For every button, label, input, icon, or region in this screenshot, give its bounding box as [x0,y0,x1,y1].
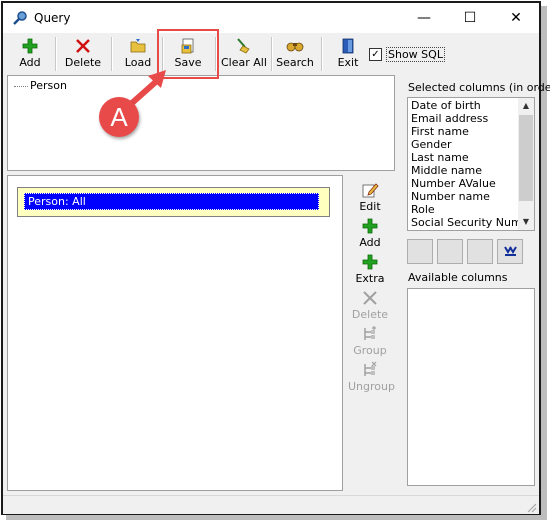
list-item[interactable]: Number AValue [411,177,496,190]
delete-button[interactable]: Delete [63,35,103,73]
edit-label: Edit [359,200,381,213]
toolbar-separator [271,37,273,71]
extra-label: Extra [355,272,385,285]
selected-columns-list[interactable]: Date of birth Email address First name G… [407,97,535,231]
query-conditions-panel: Person: All [7,175,343,491]
selected-columns-scrollbar[interactable]: ▲ ▼ [518,98,534,230]
list-item[interactable]: Number name [411,190,490,203]
condition-person-all[interactable]: Person: All [24,193,319,210]
title-bar: Query — ☐ ✕ [3,3,539,33]
ungroup-icon [364,361,377,376]
available-columns-label: Available columns [408,271,508,284]
tree-node-person[interactable]: Person [30,79,67,92]
move-bottom-button[interactable] [497,239,523,264]
toolbar: Add Delete Load Save Clear All Search Ex… [3,33,539,75]
show-sql-label: Show SQL [386,47,445,62]
show-sql-check-mark[interactable]: ✓ [369,48,382,61]
list-item[interactable]: Last name [411,151,469,164]
query-window: Query — ☐ ✕ Add Delete Load Save Clear A… [1,1,550,515]
list-item[interactable]: First name [411,125,469,138]
scroll-down-arrow-icon[interactable]: ▼ [518,214,534,230]
list-item[interactable]: Role [411,203,435,216]
broom-icon [237,38,250,54]
load-button[interactable]: Load [121,35,155,73]
condition-group[interactable]: Person: All [17,187,330,217]
scroll-thumb[interactable] [519,115,533,201]
delete-x-icon [363,291,377,305]
toolbar-separator [55,37,57,71]
toolbar-separator [321,37,323,71]
window-title: Query [34,11,71,25]
extra-condition-button[interactable]: Extra [348,253,392,285]
ungroup-button[interactable]: Ungroup [348,361,395,393]
delete-condition-button[interactable]: Delete [348,289,392,321]
plus-icon [22,38,38,54]
list-item[interactable]: Social Security Number [411,216,534,229]
delete-x-icon [76,39,90,53]
entity-tree: Person [7,75,395,171]
minimize-button[interactable]: — [401,3,447,33]
move-up-button[interactable] [437,239,463,264]
add-condition-button[interactable]: Add [348,217,392,249]
callout-badge: A [99,97,139,137]
tree-connector [14,86,28,87]
clear-all-button[interactable]: Clear All [221,35,267,73]
list-item[interactable]: Email address [411,112,488,125]
group-label: Group [353,344,387,357]
plus-icon [362,254,378,270]
status-bar [3,495,539,514]
toolbar-separator [111,37,113,71]
selected-columns-label: Selected columns (in order) [408,81,550,94]
available-columns-list[interactable] [407,288,535,486]
delete-label: Delete [64,56,102,69]
magnifier-app-icon [13,11,27,25]
load-label: Load [124,56,152,69]
move-down-button[interactable] [467,239,493,264]
list-item[interactable]: Middle name [411,164,482,177]
list-item[interactable]: Date of birth [411,99,481,112]
add-condition-label: Add [359,236,381,249]
save-highlight-box [157,29,219,79]
ungroup-label: Ungroup [348,380,395,393]
add-button[interactable]: Add [13,35,47,73]
maximize-button[interactable]: ☐ [447,3,493,33]
group-button[interactable]: Group [348,325,392,357]
add-label: Add [19,56,41,69]
exit-label: Exit [337,56,359,69]
exit-button[interactable]: Exit [333,35,363,73]
close-button[interactable]: ✕ [493,3,539,33]
pencil-edit-icon [362,183,379,198]
resize-grip-icon[interactable] [525,501,537,513]
move-top-button[interactable] [407,239,433,264]
clear-all-label: Clear All [221,56,267,69]
plus-icon [362,218,378,234]
exit-door-icon [342,38,354,54]
search-button[interactable]: Search [275,35,315,73]
delete-condition-label: Delete [351,308,389,321]
search-label: Search [276,56,314,69]
list-item[interactable]: Gender [411,138,452,151]
group-icon [364,326,376,340]
scroll-up-arrow-icon[interactable]: ▲ [518,98,534,114]
folder-open-icon [130,39,146,53]
edit-condition-button[interactable]: Edit [348,181,392,213]
double-down-arrow-icon [504,246,517,256]
binoculars-icon [286,42,304,52]
